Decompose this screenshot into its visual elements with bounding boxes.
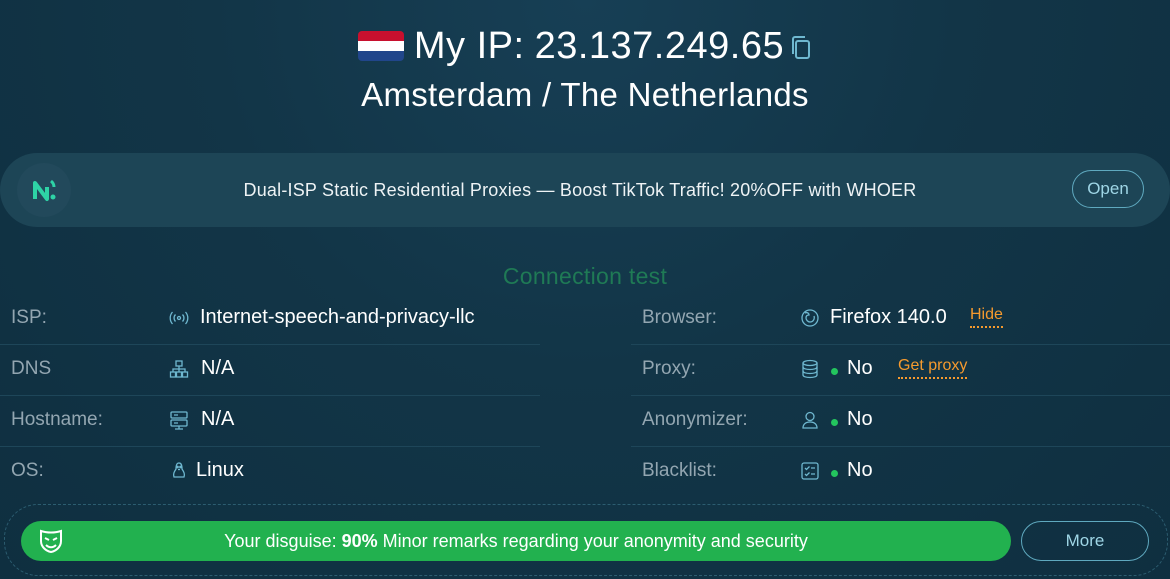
- ip-line: My IP: 23.137.249.65: [0, 22, 1170, 70]
- hostname-label: Hostname:: [11, 409, 103, 430]
- isp-row: ISP: Internet-speech-and-privacy-llc: [0, 294, 540, 345]
- linux-icon: [169, 461, 189, 481]
- os-value: Linux: [196, 459, 244, 481]
- signal-icon: [169, 308, 189, 328]
- dns-row: DNS N/A: [0, 345, 540, 396]
- proxy-value: No: [847, 357, 873, 379]
- blacklist-status-dot: [831, 470, 838, 477]
- hostname-value: N/A: [201, 408, 235, 430]
- disguise-label: Your disguise:: [224, 531, 337, 551]
- database-icon: [800, 359, 820, 379]
- checklist-icon: [800, 461, 820, 481]
- anonymizer-label: Anonymizer:: [642, 409, 748, 430]
- proxy-row: Proxy: No Get proxy: [631, 345, 1170, 396]
- browser-label: Browser:: [642, 307, 717, 328]
- isp-value: Internet-speech-and-privacy-llc: [200, 306, 475, 328]
- connection-right-column: Browser: Firefox 140.0 Hide Proxy: No Ge…: [631, 294, 1170, 497]
- ip-header: My IP: 23.137.249.65 Amsterdam / The Net…: [0, 22, 1170, 114]
- proxy-label: Proxy:: [642, 358, 696, 379]
- dns-value: N/A: [201, 357, 235, 379]
- ip-value: 23.137.249.65: [534, 24, 785, 67]
- anonymizer-status-dot: [831, 419, 838, 426]
- disguise-text: Your disguise: 90% Minor remarks regardi…: [0, 531, 1032, 552]
- banner-open-button[interactable]: Open: [1072, 170, 1144, 208]
- copy-icon[interactable]: [790, 35, 812, 66]
- more-button[interactable]: More: [1021, 521, 1149, 561]
- blacklist-value: No: [847, 459, 873, 481]
- banner-text: Dual-ISP Static Residential Proxies — Bo…: [243, 180, 917, 200]
- blacklist-label: Blacklist:: [642, 460, 717, 481]
- dns-label: DNS: [11, 358, 52, 379]
- connection-left-column: ISP: Internet-speech-and-privacy-llc DNS…: [0, 294, 540, 497]
- ip-label: My IP:: [413, 24, 525, 67]
- anonymizer-value: No: [847, 408, 873, 430]
- hide-browser-link[interactable]: Hide: [970, 306, 1003, 328]
- user-icon: [800, 410, 820, 430]
- browser-row: Browser: Firefox 140.0 Hide: [631, 294, 1170, 345]
- browser-value: Firefox 140.0: [830, 306, 947, 328]
- hostname-row: Hostname: N/A: [0, 396, 540, 447]
- server-icon: [169, 410, 189, 430]
- blacklist-row: Blacklist: No: [631, 447, 1170, 497]
- location-text: Amsterdam / The Netherlands: [361, 76, 809, 113]
- disguise-percent: 90%: [341, 531, 378, 551]
- firefox-icon: [800, 308, 820, 328]
- anonymizer-row: Anonymizer: No: [631, 396, 1170, 447]
- os-row: OS: Linux: [0, 447, 540, 497]
- disguise-message: Minor remarks regarding your anonymity a…: [382, 531, 808, 551]
- os-label: OS:: [11, 460, 44, 481]
- proxy-status-dot: [831, 368, 838, 375]
- netherlands-flag-icon: [357, 31, 404, 61]
- get-proxy-link[interactable]: Get proxy: [898, 357, 968, 379]
- isp-label: ISP:: [11, 307, 47, 328]
- network-icon: [169, 359, 189, 379]
- connection-test-title: Connection test: [502, 263, 668, 289]
- promo-banner: Dual-ISP Static Residential Proxies — Bo…: [0, 153, 1170, 227]
